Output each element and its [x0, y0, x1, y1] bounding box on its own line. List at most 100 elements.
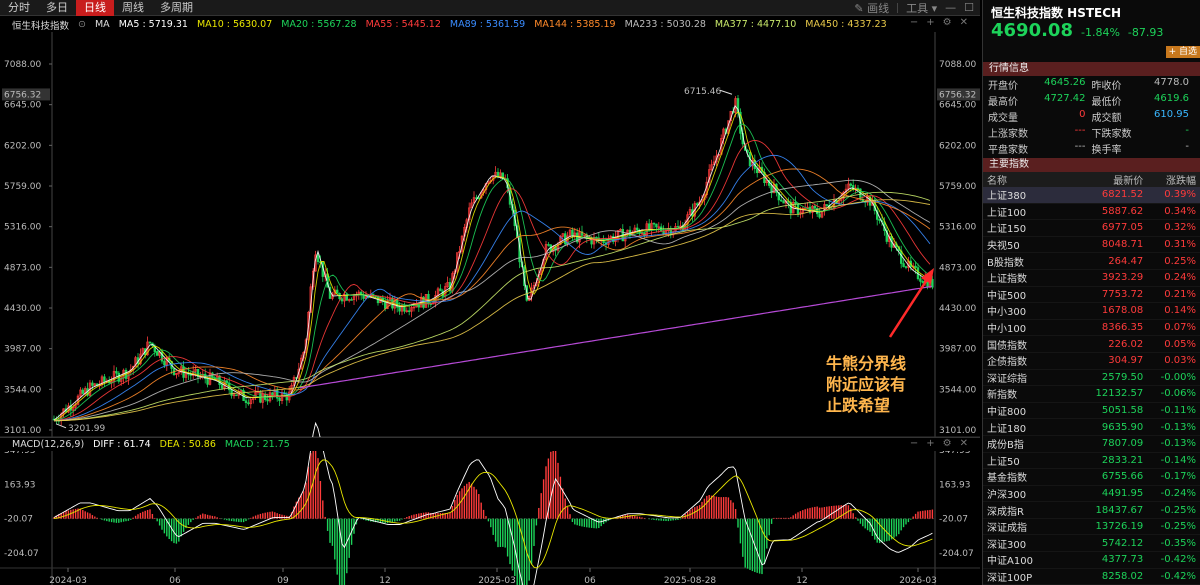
info-cell: 开盘价 4645.26 [988, 77, 1092, 92]
index-row[interactable]: 上证150 6977.05 0.32% [983, 220, 1200, 237]
index-row[interactable]: 新指数 12132.57 -0.06% [983, 386, 1200, 403]
candle-body [849, 183, 853, 186]
info-value: 0 [1079, 108, 1086, 120]
column-name[interactable]: 名称 [987, 172, 1065, 187]
index-name: 成份B指 [987, 440, 1024, 452]
candle-body [206, 378, 209, 385]
index-row[interactable]: B股指数 264.47 0.25% [983, 253, 1200, 270]
tools-button[interactable]: 工具 ▾ [906, 0, 937, 16]
index-row[interactable]: 深成指R 18437.67 -0.25% [983, 502, 1200, 519]
settings-icon[interactable]: ⚙ [943, 17, 952, 28]
close-icon[interactable]: ✕ [960, 438, 968, 449]
minimize-icon[interactable]: — [945, 1, 956, 14]
candle-body [813, 205, 817, 209]
plus-icon[interactable]: + [926, 438, 934, 449]
period-tab[interactable]: 日线 [76, 0, 114, 16]
index-row[interactable]: 中证500 7753.72 0.21% [983, 287, 1200, 304]
index-row[interactable]: 上证指数 3923.29 0.24% [983, 270, 1200, 287]
index-name: 深证300 [987, 539, 1027, 551]
minus-icon[interactable]: − [910, 17, 918, 28]
index-price: 8048.71 [1101, 239, 1144, 251]
indices-list: 上证380 6821.52 0.39% 上证100 5887.62 0.34% 上证150 6… [983, 187, 1200, 585]
index-row[interactable]: 国债指数 226.02 0.05% [983, 336, 1200, 353]
current-price-label-left: 6756.32 [4, 90, 41, 100]
index-row[interactable]: 企债指数 304.97 0.03% [983, 353, 1200, 370]
index-row[interactable]: 中证800 5051.58 -0.11% [983, 403, 1200, 420]
index-row[interactable]: 中小100 8366.35 0.07% [983, 320, 1200, 337]
index-pct: 0.39% [1164, 189, 1196, 201]
period-tab[interactable]: 分时 [0, 0, 38, 16]
index-name: 上证150 [987, 224, 1027, 236]
ma-value: MA233 : 5030.28 [624, 19, 706, 30]
info-cell: 最高价 4727.42 [988, 93, 1092, 108]
candle-body [779, 199, 783, 202]
ma-value: MA20 : 5567.28 [281, 19, 357, 30]
major-indices-header: 主要指数 [983, 158, 1200, 172]
kline-chart[interactable]: 7088.00 7088.00 6645.00 6645.00 6202.00 6202.… [0, 32, 980, 585]
macd-indicator-strip: MACD(12,26,9) DIFF : 61.74 DEA : 50.86 MAC… [0, 437, 980, 451]
index-row[interactable]: 沪深300 4491.95 -0.24% [983, 486, 1200, 503]
index-row[interactable]: 央视50 8048.71 0.31% [983, 237, 1200, 254]
index-name: 基金指数 [987, 473, 1027, 485]
index-price: 226.02 [1108, 338, 1144, 350]
ma-line [53, 140, 931, 422]
add-favorite-button[interactable]: + 自选 [1165, 46, 1200, 58]
macd-value: DIFF : 61.74 [93, 439, 151, 450]
toolbar-right: ✎ 画线 工具 ▾ — ☐ [854, 0, 980, 16]
index-pct: 0.14% [1164, 305, 1196, 317]
candle-body [655, 223, 658, 228]
index-row[interactable]: 上证50 2833.21 -0.14% [983, 453, 1200, 470]
close-icon[interactable]: ✕ [960, 17, 968, 28]
macd-strip-icons: − + ⚙ ✕ [910, 438, 968, 449]
macd-tick-label-right: -204.07 [939, 549, 974, 559]
period-tab[interactable]: 多周期 [152, 0, 201, 16]
settings-icon[interactable]: ⚙ [943, 438, 952, 449]
info-row: 平盘家数 --- 换手率 - [983, 140, 1200, 156]
index-pct: 0.07% [1164, 322, 1196, 334]
column-change[interactable]: 涨跌幅 [1143, 172, 1196, 187]
index-row[interactable]: 深证综指 2579.50 -0.00% [983, 370, 1200, 387]
dropdown-icon[interactable]: ⊙ [78, 19, 86, 30]
candle-body [163, 360, 166, 366]
maximize-icon[interactable]: ☐ [964, 1, 974, 14]
draw-line-button[interactable]: ✎ 画线 [854, 0, 889, 16]
index-row[interactable]: 深证成指 13726.19 -0.25% [983, 519, 1200, 536]
low-price-label: 3201.99 [68, 424, 105, 434]
index-row[interactable]: 深证100P 8258.02 -0.42% [983, 569, 1200, 585]
macd-name[interactable]: MACD(12,26,9) [12, 439, 84, 450]
price-tick-label-right: 5759.00 [939, 182, 976, 192]
candle-body [676, 226, 680, 228]
price-tick-label-right: 4873.00 [939, 263, 976, 273]
candle-body [271, 392, 274, 396]
index-row[interactable]: 成份B指 7807.09 -0.13% [983, 436, 1200, 453]
info-cell: 最低价 4619.6 [1092, 93, 1196, 108]
index-row[interactable]: 深证300 5742.12 -0.35% [983, 535, 1200, 553]
index-name: 深证成指 [987, 523, 1027, 535]
index-row[interactable]: 上证380 6821.52 0.39% [983, 187, 1200, 204]
ma-value: MA377 : 4477.10 [714, 19, 797, 30]
candle-body [647, 223, 651, 231]
ma-line [53, 154, 931, 422]
index-row[interactable]: 中证A100 4377.73 -0.42% [983, 552, 1200, 569]
index-row[interactable]: 中小300 1678.08 0.14% [983, 303, 1200, 320]
column-price[interactable]: 最新价 [1065, 172, 1143, 187]
minus-icon[interactable]: − [910, 438, 918, 449]
plus-icon[interactable]: + [926, 17, 934, 28]
period-tab[interactable]: 多日 [38, 0, 76, 16]
candle-body [782, 200, 785, 204]
index-name: 央视50 [987, 241, 1020, 253]
index-row[interactable]: 上证100 5887.62 0.34% [983, 204, 1200, 221]
index-row[interactable]: 上证180 9635.90 -0.13% [983, 419, 1200, 436]
candle-body [921, 281, 925, 284]
index-row[interactable]: 基金指数 6755.66 -0.17% [983, 469, 1200, 486]
period-tab[interactable]: 周线 [114, 0, 152, 16]
indicator-type[interactable]: MA [95, 19, 110, 30]
macd-tick-label-left: -204.07 [4, 549, 39, 559]
index-price: 12132.57 [1095, 388, 1144, 400]
candle-body [904, 266, 908, 268]
ma-value: MA89 : 5361.59 [449, 19, 526, 30]
candle-body [635, 227, 639, 231]
index-pct: -0.13% [1160, 438, 1196, 450]
info-label: 最低价 [1091, 96, 1122, 108]
annotation-line-1: 牛熊分界线 [826, 354, 907, 373]
